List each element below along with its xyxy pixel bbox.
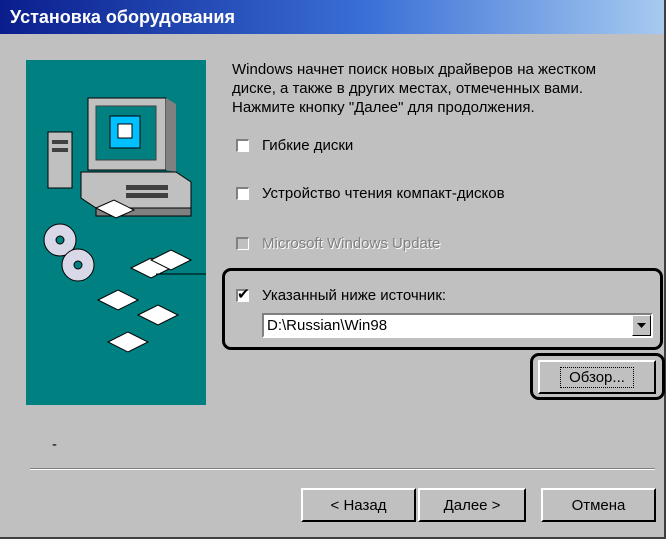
cdrom-checkbox[interactable]: [236, 186, 249, 200]
window-title: Установка оборудования: [10, 7, 235, 27]
back-label: < Назад: [330, 496, 387, 514]
chevron-down-icon: [637, 323, 646, 328]
specified-source-label: Указанный ниже источник:: [262, 286, 447, 304]
cancel-button[interactable]: Отмена: [541, 488, 656, 522]
cancel-label: Отмена: [571, 496, 626, 514]
cdrom-label: Устройство чтения компакт-дисков: [262, 184, 505, 202]
specified-source-option[interactable]: Указанный ниже источник:: [236, 284, 446, 306]
browse-button[interactable]: Обзор...: [538, 360, 656, 394]
next-label: Далее >: [443, 496, 501, 514]
intro-line-1: Windows начнет поиск новых драйверов на …: [232, 61, 597, 78]
intro-line-3: Нажмите кнопку "Далее" для продолжения.: [232, 99, 535, 116]
next-button[interactable]: Далее >: [418, 488, 526, 522]
dropdown-arrow-button[interactable]: [632, 315, 651, 336]
hardware-wizard-window: Установка оборудования Windows начнет по…: [0, 0, 666, 539]
windows-update-label: Microsoft Windows Update: [262, 234, 441, 252]
specified-source-checkbox[interactable]: [236, 286, 250, 304]
source-path-value: D:\Russian\Win98: [267, 317, 388, 334]
computer-and-disks-icon: [43, 97, 206, 353]
intro-line-2: диске, а также в других местах, отмеченн…: [232, 80, 584, 97]
intro-text: Windows начнет поиск новых драйверов на …: [232, 60, 652, 117]
back-button[interactable]: < Назад: [301, 488, 416, 522]
title-bar[interactable]: Установка оборудования: [0, 0, 664, 34]
footer-divider: [30, 468, 655, 470]
browse-label: Обзор...: [560, 366, 634, 388]
windows-update-checkbox: [236, 236, 249, 250]
status-marker: -: [52, 436, 57, 453]
windows-update-option: Microsoft Windows Update: [236, 232, 440, 254]
cdrom-option[interactable]: Устройство чтения компакт-дисков: [236, 182, 505, 204]
floppy-checkbox[interactable]: [236, 138, 249, 152]
source-path-combobox[interactable]: D:\Russian\Win98: [262, 313, 653, 338]
floppy-option[interactable]: Гибкие диски: [236, 134, 353, 156]
wizard-illustration: [26, 60, 206, 405]
floppy-label: Гибкие диски: [262, 136, 354, 154]
